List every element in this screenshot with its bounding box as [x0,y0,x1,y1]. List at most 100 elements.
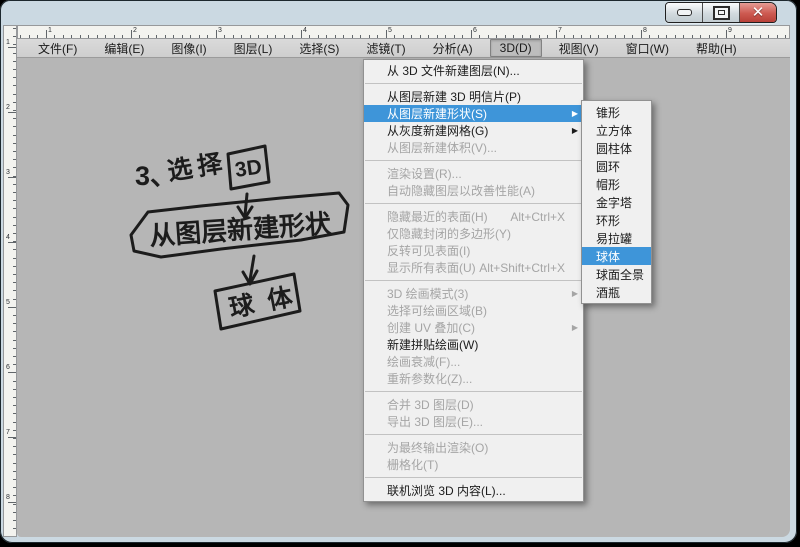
3d-menu-item-16: 3D 绘画模式(3) ▶ [364,285,583,302]
ruler-number: 2 [133,27,137,34]
menubar-item-11[interactable]: 帮助(H) [686,38,747,59]
shape-submenu-item-9-selected[interactable]: 球体 [582,247,651,265]
shape-submenu-item-label: 立方体 [596,122,632,139]
menubar-item-5[interactable]: 选择(S) [289,38,349,59]
3d-menu-separator [365,391,582,392]
shape-submenu-item-label: 易拉罐 [596,230,632,247]
3d-menu-item-label: 栅格化(T) [387,456,438,473]
menubar-item-10[interactable]: 窗口(W) [616,38,679,59]
3d-menu-item-label: 创建 UV 叠加(C) [387,319,475,336]
3d-menu-item-19[interactable]: 新建拼贴绘画(W) [364,336,583,353]
close-button[interactable]: ✕ [740,3,776,22]
menu-bar: 文件(F) 编辑(E) 图像(I) 图层(L) 选择(S) 滤镜(T) 分析(A) 3D(D)… [17,39,790,58]
ruler-number: 5 [6,299,10,306]
3d-menu-separator [365,160,582,161]
ruler-number: 8 [643,27,647,34]
maximize-icon [713,6,730,20]
menubar-item-4[interactable]: 图层(L) [224,38,283,59]
3d-menu-item-label: 仅隐藏封闭的多边形(Y) [387,225,511,242]
close-icon: ✕ [752,5,765,20]
shape-submenu-item-label: 球面全景 [596,266,644,283]
shape-submenu-item-label: 球体 [596,248,620,265]
sketch-3d-label: 3D [233,155,263,182]
shape-submenu-item-7[interactable]: 环形 [582,211,651,229]
shape-submenu-item-5[interactable]: 帽形 [582,175,651,193]
3d-menu-separator [365,203,582,204]
3d-menu-item-label: 选择可绘画区域(B) [387,302,487,319]
3d-menu-item-12: 仅隐藏封闭的多边形(Y) [364,225,583,242]
3d-menu-separator [365,434,582,435]
3d-menu-item-label: 隐藏最近的表面(H) [387,208,488,225]
shape-submenu-item-label: 帽形 [596,176,620,193]
3d-menu-item-14: 显示所有表面(U)Alt+Shift+Ctrl+X [364,259,583,276]
3d-menu-separator [365,83,582,84]
3d-menu-item-18: 创建 UV 叠加(C) ▶ [364,319,583,336]
shape-submenu-item-8[interactable]: 易拉罐 [582,229,651,247]
3d-menu-item-label: 合并 3D 图层(D) [387,396,474,413]
ruler-number: 4 [303,27,307,34]
3d-menu-item-label: 显示所有表面(U) [387,259,476,276]
submenu-arrow-icon: ▶ [572,324,578,332]
shape-submenu-item-6[interactable]: 金字塔 [582,193,651,211]
shape-submenu-item-10[interactable]: 球面全景 [582,265,651,283]
3d-menu-item-label: 从图层新建 3D 明信片(P) [387,88,521,105]
3d-menu-item-27: 栅格化(T) [364,456,583,473]
3d-menu-item-24: 导出 3D 图层(E)... [364,413,583,430]
3d-menu-item-5[interactable]: 从灰度新建网格(G)▶ [364,122,583,139]
shape-submenu-item-1[interactable]: 锥形 [582,103,651,121]
minimize-button[interactable] [666,3,703,22]
3d-menu-item-8: 渲染设置(R)... [364,165,583,182]
ruler-number: 3 [6,169,10,176]
new-shape-from-layer-submenu: 锥形立方体圆柱体圆环帽形金字塔环形易拉罐球体球面全景酒瓶 [581,100,652,304]
shape-submenu-item-label: 锥形 [596,104,620,121]
menubar-item-2[interactable]: 编辑(E) [94,38,154,59]
3d-menu-item-label: 联机浏览 3D 内容(L)... [387,482,506,499]
shape-submenu-item-4[interactable]: 圆环 [582,157,651,175]
shape-submenu-item-2[interactable]: 立方体 [582,121,651,139]
3d-menu-item-9: 自动隐藏图层以改善性能(A) [364,182,583,199]
ruler-number: 6 [6,364,10,371]
3d-menu-item-label: 重新参数化(Z)... [387,370,472,387]
3d-menu-item-23: 合并 3D 图层(D) [364,396,583,413]
3d-menu-item-label: 反转可见表面(I) [387,242,470,259]
submenu-arrow-icon: ▶ [572,290,578,298]
shape-submenu-item-label: 金字塔 [596,194,632,211]
sketch-step-text: 选择 [166,149,230,186]
menubar-item-9[interactable]: 视图(V) [549,38,609,59]
ruler-number: 3 [218,27,222,34]
ruler-number: 1 [48,27,52,34]
menubar-item-1[interactable]: 文件(F) [28,38,87,59]
3d-menu-item-29[interactable]: 联机浏览 3D 内容(L)... [364,482,583,499]
3d-menu-item-13: 反转可见表面(I) [364,242,583,259]
3d-menu-item-20: 绘画衰减(F)... [364,353,583,370]
maximize-button[interactable] [703,3,740,22]
3d-menu-item-4-selected[interactable]: 从图层新建形状(S)▶ [364,105,583,122]
menubar-item-3[interactable]: 图像(I) [161,38,216,59]
3d-menu-item-21: 重新参数化(Z)... [364,370,583,387]
3d-menu-item-3[interactable]: 从图层新建 3D 明信片(P) [364,88,583,105]
submenu-arrow-icon: ▶ [572,127,578,135]
menubar-item-6[interactable]: 滤镜(T) [356,38,415,59]
menubar-item-7[interactable]: 分析(A) [423,38,483,59]
menubar-item-8[interactable]: 3D(D) [490,39,542,57]
shape-submenu-item-3[interactable]: 圆柱体 [582,139,651,157]
3d-menu-item-26: 为最终输出渲染(O) [364,439,583,456]
ruler-number: 2 [6,104,10,111]
shape-submenu-item-label: 圆柱体 [596,140,632,157]
minimize-icon [677,9,692,16]
3d-menu-dropdown: 从 3D 文件新建图层(N)... 从图层新建 3D 明信片(P)从图层新建形状(… [363,59,584,502]
3d-menu-item-label: 从图层新建体积(V)... [387,139,497,156]
3d-menu-item-1[interactable]: 从 3D 文件新建图层(N)... [364,62,583,79]
shape-submenu-item-label: 酒瓶 [596,284,620,301]
shape-submenu-item-11[interactable]: 酒瓶 [582,283,651,301]
ruler-number: 9 [728,27,732,34]
3d-menu-separator [365,280,582,281]
vertical-ruler: 12345678 [3,25,17,537]
3d-menu-item-label: 从图层新建形状(S) [387,105,487,122]
3d-menu-item-6: 从图层新建体积(V)... [364,139,583,156]
3d-menu-item-label: 3D 绘画模式(3) [387,285,468,302]
3d-menu-item-label: 导出 3D 图层(E)... [387,413,483,430]
ruler-number: 6 [473,27,477,34]
3d-menu-item-11: 隐藏最近的表面(H)Alt+Ctrl+X [364,208,583,225]
photoshop-window: ✕ 123456789 12345678 文件(F)编辑(E)图像(I)图层(L… [0,0,797,543]
